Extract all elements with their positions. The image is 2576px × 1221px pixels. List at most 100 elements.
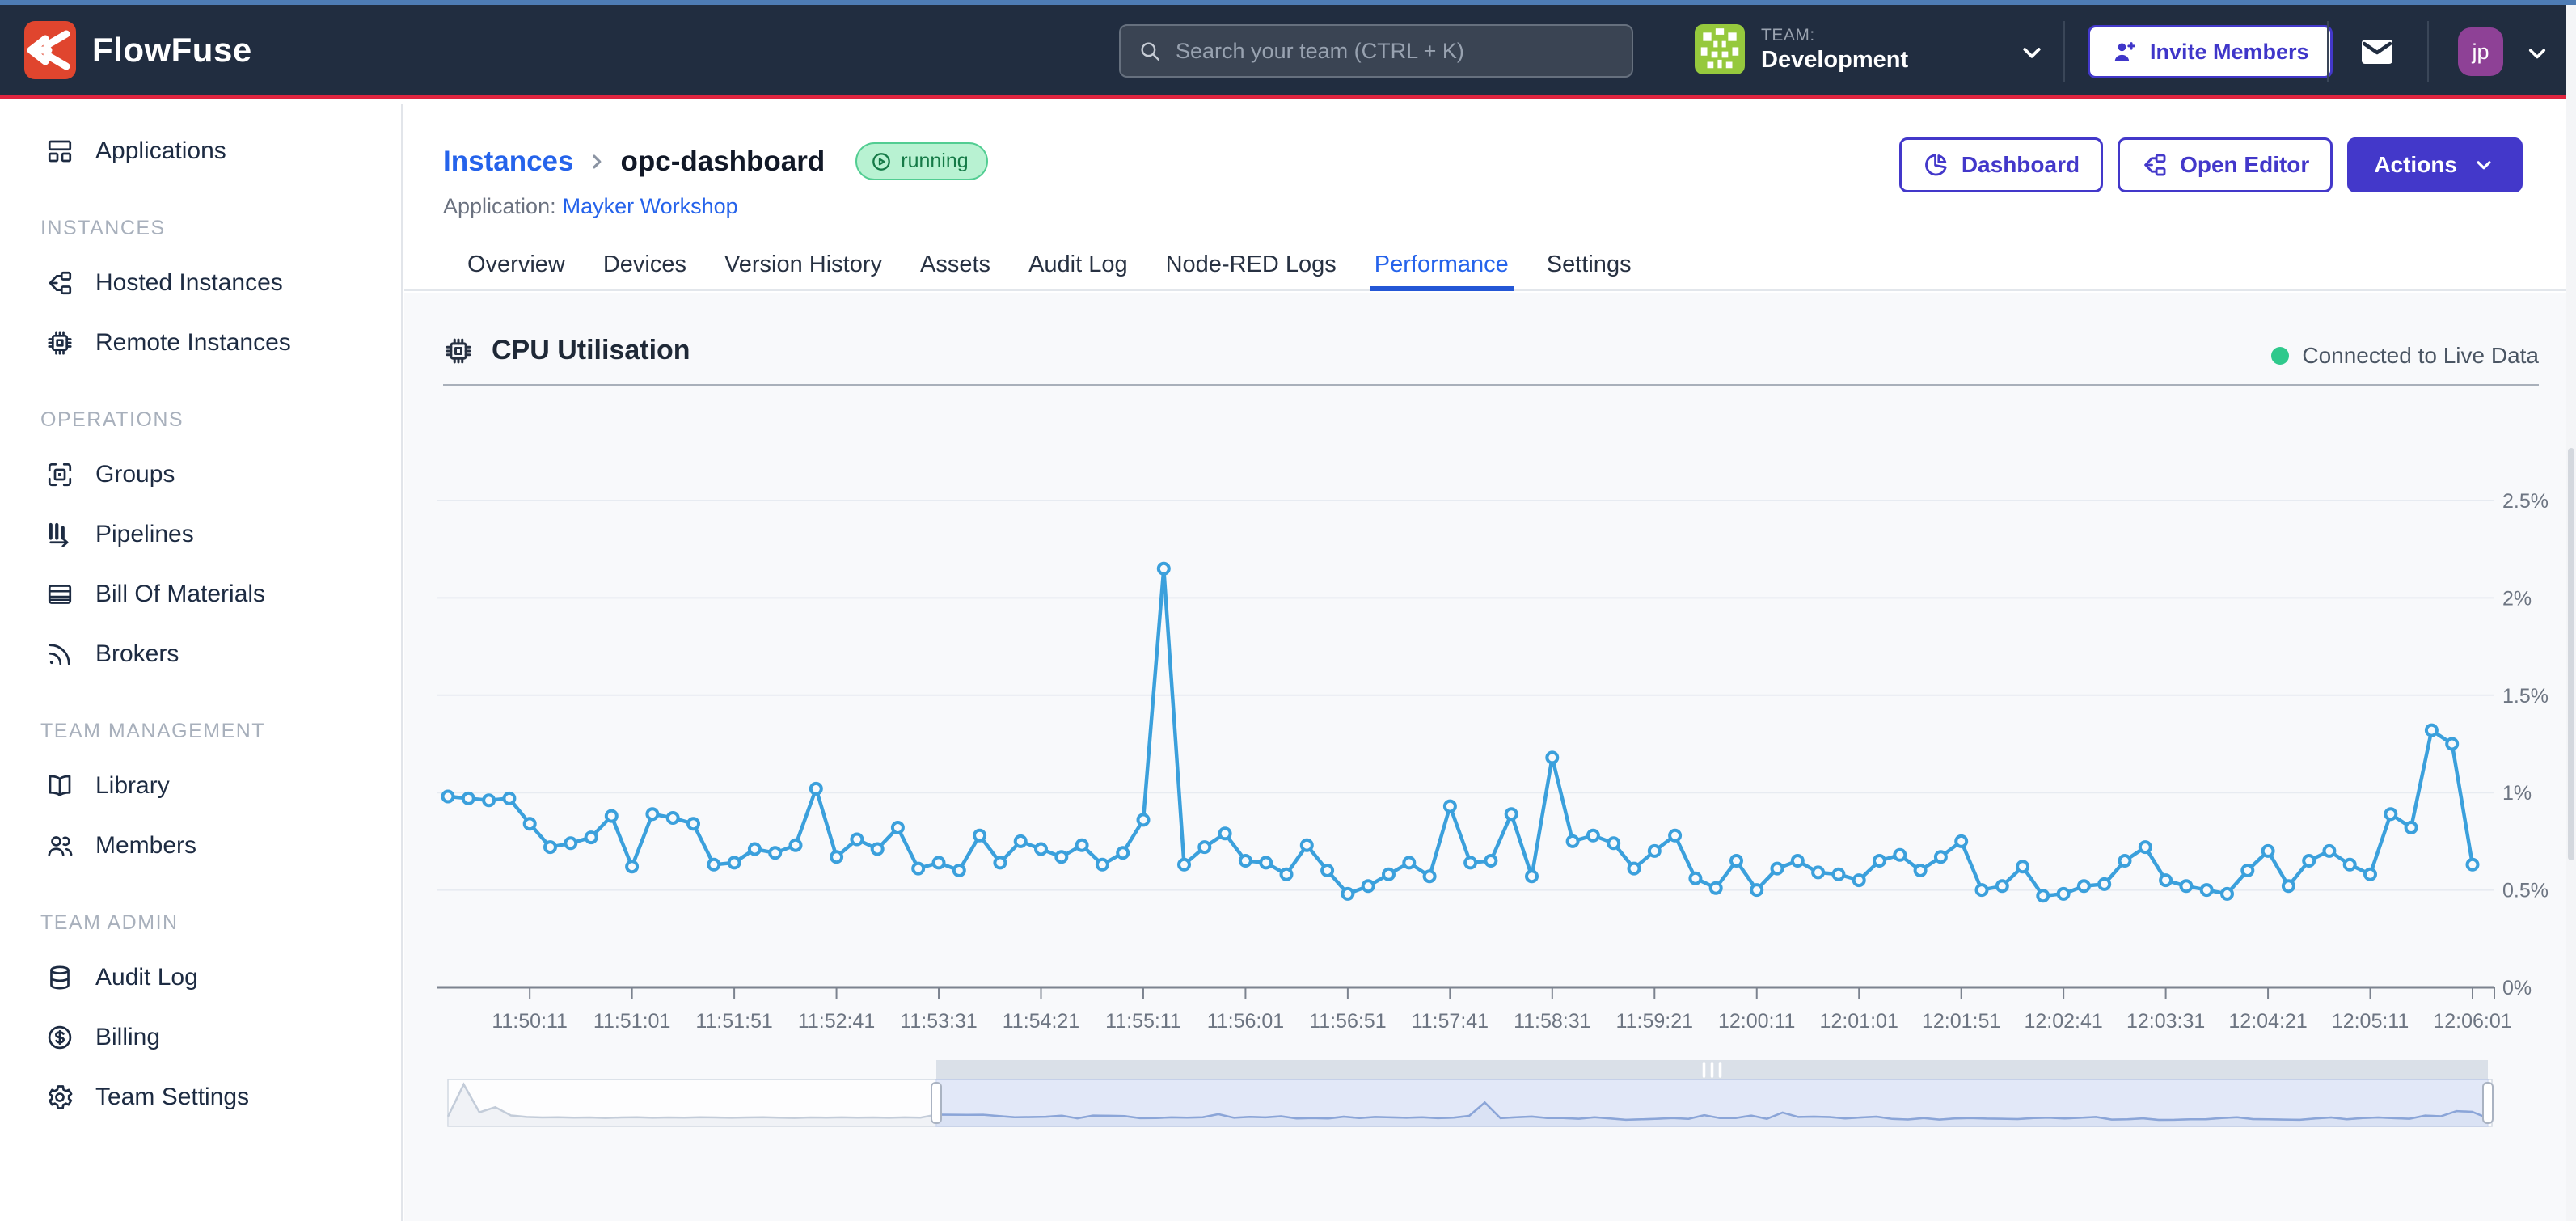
datazoom-handle[interactable] — [931, 1083, 941, 1123]
data-point[interactable] — [1813, 867, 1823, 877]
data-point[interactable] — [1711, 883, 1721, 894]
data-point[interactable] — [872, 844, 883, 855]
data-point[interactable] — [811, 784, 821, 794]
tab-overview[interactable]: Overview — [467, 239, 565, 289]
data-point[interactable] — [770, 847, 780, 858]
data-point[interactable] — [2385, 809, 2396, 819]
data-point[interactable] — [1527, 871, 1537, 881]
data-point[interactable] — [1506, 809, 1517, 819]
data-point[interactable] — [463, 793, 474, 804]
data-point[interactable] — [443, 792, 454, 802]
data-point[interactable] — [2120, 856, 2130, 866]
data-point[interactable] — [831, 851, 842, 862]
search-input[interactable] — [1176, 39, 1615, 64]
sidebar-item-applications[interactable]: Applications — [0, 121, 401, 181]
data-point[interactable] — [1874, 856, 1885, 866]
data-point[interactable] — [2140, 842, 2151, 852]
data-point[interactable] — [2406, 822, 2417, 833]
data-point[interactable] — [2263, 846, 2274, 856]
data-point[interactable] — [2181, 881, 2191, 891]
data-point[interactable] — [1445, 801, 1455, 812]
tab-settings[interactable]: Settings — [1547, 239, 1632, 289]
data-point[interactable] — [2345, 860, 2355, 870]
data-point[interactable] — [1997, 881, 2008, 891]
data-point[interactable] — [1465, 857, 1476, 868]
data-point[interactable] — [791, 840, 801, 851]
data-point[interactable] — [729, 857, 740, 868]
data-point[interactable] — [954, 865, 965, 876]
data-point[interactable] — [1240, 856, 1251, 866]
data-point[interactable] — [586, 832, 597, 843]
application-link[interactable]: Mayker Workshop — [563, 194, 738, 218]
data-point[interactable] — [708, 860, 719, 870]
data-point[interactable] — [504, 793, 514, 804]
data-point[interactable] — [2242, 865, 2253, 876]
data-point[interactable] — [647, 809, 657, 819]
data-point[interactable] — [1097, 860, 1108, 870]
brand[interactable]: FlowFuse — [24, 21, 252, 79]
data-point[interactable] — [2447, 739, 2457, 750]
data-point[interactable] — [2160, 875, 2171, 885]
sidebar-item-bill-of-materials[interactable]: Bill Of Materials — [0, 564, 401, 624]
mail-icon[interactable] — [2358, 32, 2397, 71]
data-point[interactable] — [1956, 836, 1966, 847]
data-point[interactable] — [1016, 836, 1026, 847]
data-point[interactable] — [750, 844, 760, 855]
data-point[interactable] — [1179, 860, 1189, 870]
user-menu-chevron-down-icon[interactable] — [2523, 39, 2552, 68]
data-point[interactable] — [1302, 840, 1312, 851]
data-point[interactable] — [913, 864, 923, 874]
data-point[interactable] — [1608, 838, 1619, 848]
tab-devices[interactable]: Devices — [603, 239, 686, 289]
sidebar-item-audit-log[interactable]: Audit Log — [0, 948, 401, 1008]
data-point[interactable] — [525, 818, 535, 829]
sidebar-item-billing[interactable]: Billing — [0, 1008, 401, 1067]
data-point[interactable] — [995, 857, 1005, 868]
data-point[interactable] — [1670, 830, 1680, 841]
data-point[interactable] — [1629, 864, 1640, 874]
data-point[interactable] — [1915, 865, 1926, 876]
data-point[interactable] — [1220, 828, 1231, 839]
team-selector[interactable]: TEAM: Development — [1695, 23, 1908, 76]
data-point[interactable] — [565, 838, 576, 848]
data-point[interactable] — [1138, 814, 1149, 825]
tab-node-red-logs[interactable]: Node-RED Logs — [1166, 239, 1337, 289]
data-point[interactable] — [1751, 885, 1762, 895]
data-point[interactable] — [2468, 860, 2478, 870]
data-point[interactable] — [1649, 846, 1660, 856]
data-point[interactable] — [1936, 851, 1946, 862]
data-point[interactable] — [1077, 840, 1087, 851]
data-point[interactable] — [606, 811, 617, 822]
data-point[interactable] — [2059, 889, 2069, 899]
data-point[interactable] — [1568, 836, 1578, 847]
data-point[interactable] — [1894, 850, 1905, 860]
team-search[interactable] — [1119, 24, 1633, 78]
data-point[interactable] — [688, 818, 699, 829]
data-point[interactable] — [2017, 861, 2028, 872]
data-point[interactable] — [1036, 844, 1046, 855]
dashboard-button[interactable]: Dashboard — [1899, 137, 2103, 192]
sidebar-item-groups[interactable]: Groups — [0, 445, 401, 505]
data-point[interactable] — [1772, 864, 1783, 874]
data-point[interactable] — [1485, 856, 1496, 866]
data-point[interactable] — [1342, 889, 1353, 899]
data-point[interactable] — [1833, 869, 1843, 880]
data-point[interactable] — [1690, 873, 1700, 884]
sidebar-item-team-settings[interactable]: Team Settings — [0, 1067, 401, 1127]
data-point[interactable] — [2304, 856, 2314, 866]
scrollbar-thumb[interactable] — [2568, 448, 2574, 860]
data-point[interactable] — [1854, 875, 1864, 885]
data-point[interactable] — [1793, 856, 1803, 866]
sidebar-item-hosted-instances[interactable]: Hosted Instances — [0, 253, 401, 313]
data-point[interactable] — [1117, 847, 1128, 858]
data-point[interactable] — [668, 813, 678, 823]
user-avatar[interactable]: jp — [2458, 27, 2503, 76]
data-point[interactable] — [1425, 871, 1435, 881]
data-point[interactable] — [851, 834, 862, 845]
data-point[interactable] — [2222, 889, 2232, 899]
open-editor-button[interactable]: Open Editor — [2118, 137, 2333, 192]
tab-version-history[interactable]: Version History — [724, 239, 882, 289]
sidebar-item-remote-instances[interactable]: Remote Instances — [0, 313, 401, 373]
sidebar-item-brokers[interactable]: Brokers — [0, 624, 401, 684]
tab-assets[interactable]: Assets — [920, 239, 990, 289]
